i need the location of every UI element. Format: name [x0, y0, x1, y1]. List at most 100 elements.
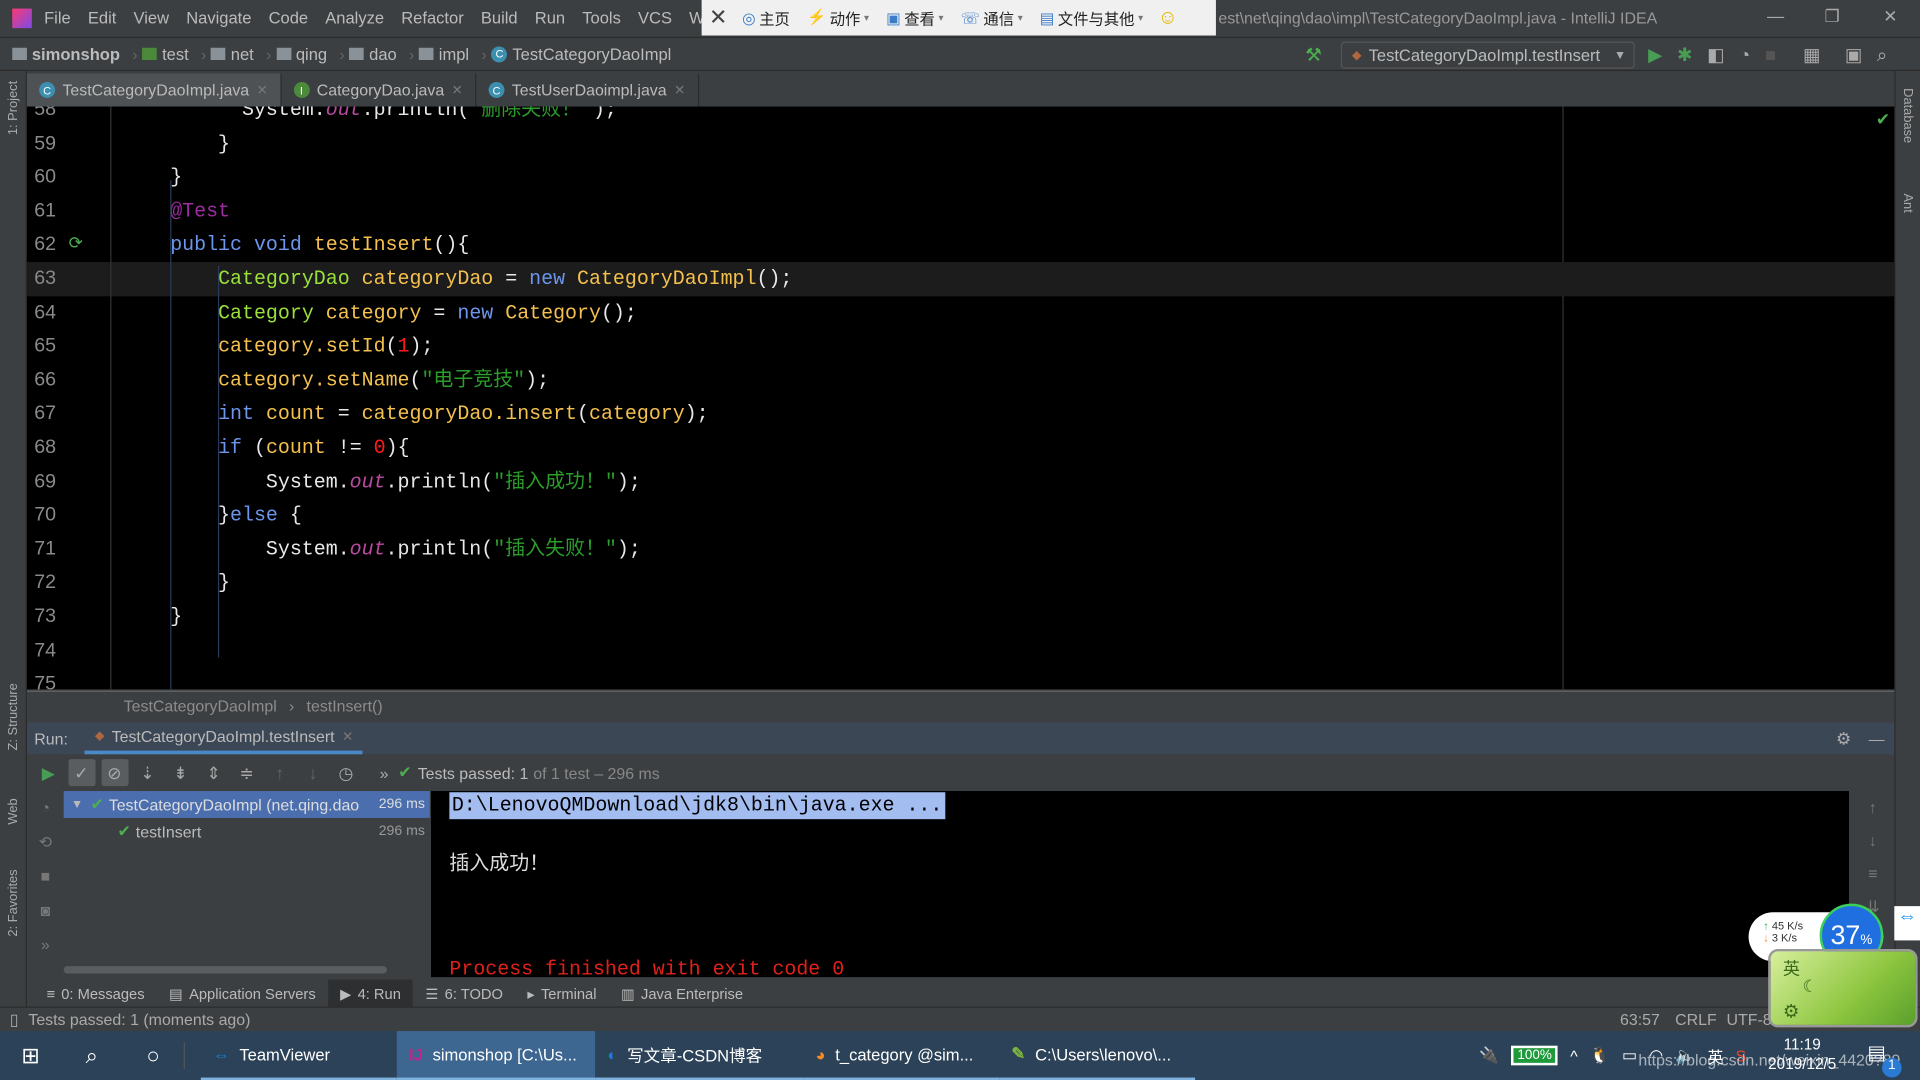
console-output[interactable]: D:\LenovoQMDownload\jdk8\bin\java.exe ..… — [431, 791, 1849, 981]
qqbar-item[interactable]: ▣ 查看 ▾ — [886, 6, 943, 29]
tool-tab-4-run[interactable]: ▶ 4: Run — [327, 979, 414, 1008]
cortana-icon[interactable]: ○ — [122, 1043, 183, 1069]
breadcrumb-item[interactable]: dao — [349, 45, 397, 63]
rerun-icon[interactable]: ▶ — [35, 759, 62, 786]
run-tab[interactable]: ◆ TestCategoryDaoImpl.testInsert ✕ — [85, 722, 364, 755]
taskbar-app[interactable]: IJ simonshop [C:\Us... — [396, 1031, 596, 1080]
sort-alpha-icon[interactable]: ⇣ — [134, 759, 161, 786]
console-command-line[interactable]: D:\LenovoQMDownload\jdk8\bin\java.exe ..… — [449, 792, 945, 820]
coverage-icon[interactable]: ◧ — [1707, 44, 1724, 66]
tool-ant[interactable]: Ant — [1900, 193, 1915, 212]
run-icon[interactable]: ▶ — [1648, 44, 1662, 66]
scroll-down-icon[interactable]: ↓ — [1851, 824, 1894, 857]
menu-view[interactable]: View — [134, 9, 170, 27]
tool-project[interactable]: 1: Project — [6, 81, 21, 135]
close-tab-icon[interactable]: ✕ — [256, 82, 267, 98]
menu-file[interactable]: File — [44, 9, 71, 27]
menu-vcs[interactable]: VCS — [638, 9, 672, 27]
taskbar-app[interactable]: ◐ 写文章-CSDN博客 — [595, 1031, 804, 1080]
search-icon[interactable]: ⌕ — [1877, 45, 1887, 66]
menu-navigate[interactable]: Navigate — [186, 9, 251, 27]
tool-tab-application-servers[interactable]: ▤ Application Servers — [157, 980, 328, 1008]
restore-button[interactable]: ❐ — [1824, 6, 1839, 27]
close-window-button[interactable]: ✕ — [1883, 6, 1897, 27]
tool-tab-0-messages[interactable]: ≡ 0: Messages — [34, 980, 157, 1008]
file-encoding[interactable]: UTF-8 — [1727, 1010, 1772, 1028]
taskbar-app[interactable]: ◕ t_category @sim... — [803, 1031, 1000, 1080]
windows-start-icon[interactable]: ⊞ — [0, 1043, 61, 1069]
breadcrumb-item[interactable]: qing — [276, 45, 327, 63]
soft-wrap-icon[interactable]: ≡ — [1851, 857, 1894, 890]
tool-tab-6-todo[interactable]: ☰ 6: TODO — [413, 980, 515, 1008]
status-panel-icon[interactable]: ▯ — [10, 1010, 19, 1030]
qqbar-item[interactable]: ☏ 通信 ▾ — [961, 6, 1023, 29]
history-icon[interactable]: ◷ — [332, 759, 359, 786]
crumb-method[interactable]: testInsert() — [307, 697, 383, 715]
menu-edit[interactable]: Edit — [88, 9, 116, 27]
horizontal-scrollbar[interactable] — [63, 966, 387, 974]
close-icon[interactable]: ✕ — [709, 5, 727, 31]
qqbar-item[interactable]: ◎ 主页 — [742, 6, 790, 29]
gear-icon[interactable]: ⚙ — [1783, 1000, 1799, 1023]
menu-refactor[interactable]: Refactor — [401, 9, 463, 27]
tab-categorydao-java[interactable]: I CategoryDao.java ✕ — [281, 73, 477, 107]
tool-favorites[interactable]: 2: Favorites — [6, 869, 21, 936]
tool-web[interactable]: Web — [6, 798, 21, 824]
tab-testuserdaoimpl-java[interactable]: C TestUserDaoimpl.java ✕ — [476, 73, 699, 107]
gear-icon[interactable]: ⚙ — [1836, 728, 1851, 749]
tree-row-test[interactable]: ✔ testInsert 296 ms — [64, 818, 430, 845]
stop-icon[interactable]: ■ — [1765, 45, 1776, 66]
minimize-button[interactable]: — — [1767, 6, 1784, 26]
close-tab-icon[interactable]: ✕ — [452, 82, 463, 98]
menu-build[interactable]: Build — [481, 9, 518, 27]
close-tab-icon[interactable]: ✕ — [342, 729, 353, 745]
breadcrumb-item[interactable]: simonshop — [12, 45, 120, 63]
breadcrumb-item[interactable]: C TestCategoryDaoImpl — [491, 45, 671, 63]
breadcrumb-item[interactable]: test — [142, 45, 189, 63]
line-separator[interactable]: CRLF — [1675, 1010, 1717, 1028]
tool-structure[interactable]: Z: Structure — [6, 683, 21, 750]
expand-all-icon[interactable]: ⇕ — [200, 759, 227, 786]
qqbar-item[interactable]: ▤ 文件与其他 ▾ — [1040, 6, 1143, 29]
teamviewer-widget-icon[interactable]: ⇔ — [1894, 906, 1920, 941]
breadcrumb-item[interactable]: net — [211, 45, 254, 63]
tool-tab-java-enterprise[interactable]: ▥ Java Enterprise — [609, 980, 756, 1008]
minimize-panel-icon[interactable]: — — [1869, 729, 1885, 747]
taskbar-app[interactable]: ⇔ TeamViewer — [200, 1031, 397, 1080]
debug-icon[interactable]: ✱ — [1677, 44, 1692, 66]
pin-icon[interactable]: ◔ — [27, 791, 64, 825]
search-icon[interactable]: ⌕ — [61, 1043, 122, 1069]
qqbar-item[interactable]: ⚡ 动作 ▾ — [807, 6, 869, 29]
show-passed-icon[interactable]: ✓ — [67, 759, 95, 787]
show-ignored-icon[interactable]: ⊘ — [101, 759, 128, 787]
menu-tools[interactable]: Tools — [582, 9, 621, 27]
menu-code[interactable]: Code — [269, 9, 309, 27]
more-icon[interactable]: » — [380, 763, 389, 781]
toggle-auto-test-icon[interactable]: ⟲ — [27, 825, 64, 859]
close-tab-icon[interactable]: ✕ — [674, 82, 685, 98]
chevron-up-icon[interactable]: ^ — [1570, 1046, 1577, 1064]
inspection-ok-icon[interactable]: ✔ — [1876, 109, 1890, 130]
crumb-class[interactable]: TestCategoryDaoImpl — [124, 697, 277, 715]
battery-level[interactable]: 100% — [1511, 1045, 1558, 1066]
menu-analyze[interactable]: Analyze — [325, 9, 384, 27]
collapse-all-icon[interactable]: ≑ — [233, 759, 260, 786]
menu-run[interactable]: Run — [535, 9, 565, 27]
tool-tab-terminal[interactable]: ▸ Terminal — [515, 980, 609, 1008]
tree-row-suite[interactable]: ▼ ✔ TestCategoryDaoImpl (net.qing.dao 29… — [63, 791, 430, 818]
profile-icon[interactable]: ◔ — [1739, 45, 1750, 66]
project-structure-icon[interactable]: ▦ — [1803, 44, 1820, 66]
arrow-down-icon[interactable]: ↓ — [299, 759, 326, 786]
terminal-window-icon[interactable]: ▣ — [1845, 44, 1862, 66]
scroll-up-icon[interactable]: ↑ — [1851, 791, 1894, 824]
run-config-select[interactable]: ◆ TestCategoryDaoImpl.testInsert ▼ — [1340, 41, 1635, 69]
code-editor[interactable]: 58 System.out.println("删除失败！"); 59 } 60} 61… — [26, 106, 1895, 690]
smiley-icon[interactable]: ☺ — [1158, 7, 1178, 29]
ime-skin-widget[interactable]: 英 ☾ ⚙ — [1768, 948, 1918, 1028]
run-test-gutter-icon[interactable]: ⟳ — [69, 233, 83, 254]
stop-icon[interactable]: ■ — [27, 860, 64, 894]
battery-icon[interactable]: ▭ — [1622, 1046, 1637, 1066]
arrow-up-icon[interactable]: ↑ — [266, 759, 293, 786]
expand-arrow-icon[interactable]: ▼ — [71, 798, 83, 811]
build-hammer-icon[interactable]: ⚒ — [1305, 44, 1321, 66]
